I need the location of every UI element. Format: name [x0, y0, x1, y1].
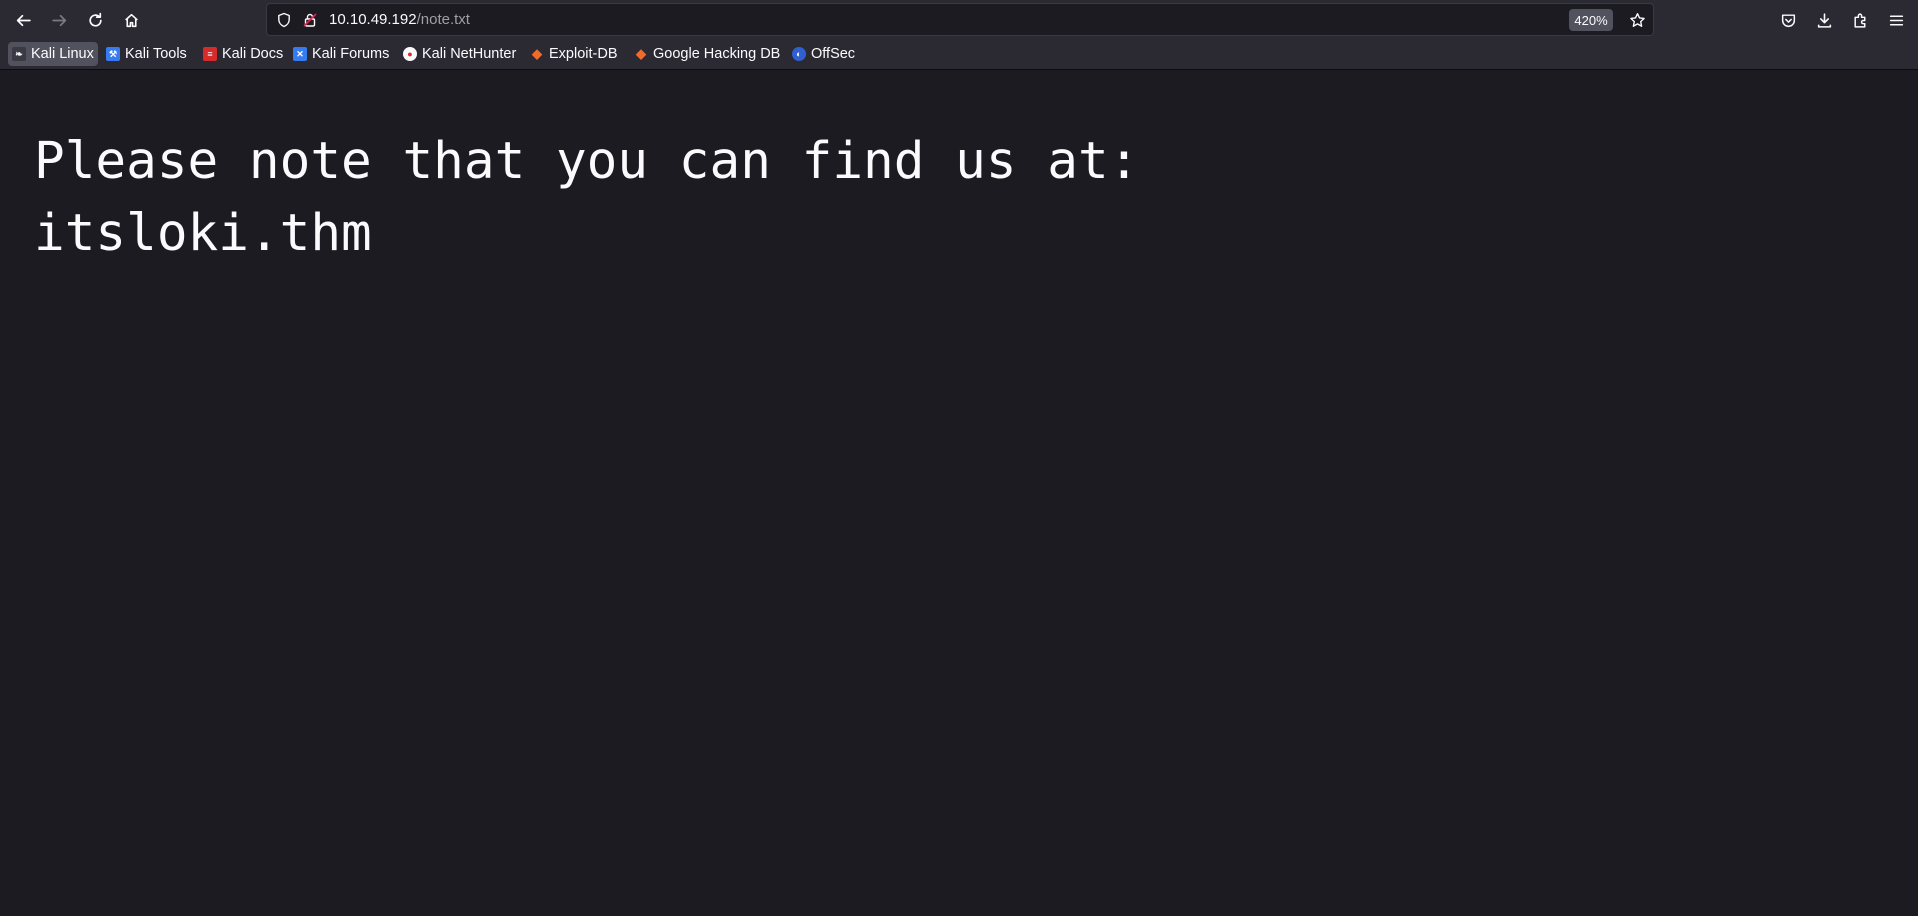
menu-button[interactable]	[1880, 4, 1912, 36]
bookmark-offsec[interactable]: ◐ OffSec	[788, 42, 859, 66]
downloads-button[interactable]	[1808, 4, 1840, 36]
insecure-lock-icon[interactable]	[301, 11, 319, 29]
shield-icon[interactable]	[275, 11, 293, 29]
bookmark-label: Exploit-DB	[549, 46, 618, 62]
download-icon	[1817, 12, 1831, 28]
bookmark-google-hacking-db[interactable]: ◆ Google Hacking DB	[630, 42, 784, 66]
bookmark-label: Kali Forums	[312, 46, 390, 62]
pocket-button[interactable]	[1772, 4, 1804, 36]
bookmark-kali-linux[interactable]: ❧ Kali Linux	[8, 42, 98, 66]
pocket-icon	[1781, 13, 1795, 27]
bookmark-kali-nethunter[interactable]: ● Kali NetHunter	[399, 42, 520, 66]
exploit-db-icon: ◆	[532, 46, 542, 61]
url-path: /note.txt	[416, 11, 470, 28]
bookmark-label: Kali Docs	[222, 46, 284, 62]
kali-tools-icon: ⚒	[106, 47, 120, 61]
offsec-icon: ◐	[792, 47, 806, 61]
bookmark-label: Kali Tools	[125, 46, 187, 62]
bookmark-kali-docs[interactable]: ≡ Kali Docs	[199, 42, 287, 66]
forward-button[interactable]	[43, 4, 75, 36]
back-button[interactable]	[7, 4, 39, 36]
bookmark-label: Google Hacking DB	[653, 46, 781, 62]
zoom-level-badge[interactable]: 420%	[1569, 9, 1613, 31]
home-icon	[124, 13, 138, 27]
page-content: Please note that you can find us at: itsl…	[0, 70, 1918, 916]
url-host: 10.10.49.192	[329, 11, 417, 28]
browser-toolbar: 10.10.49.192/note.txt 420%	[0, 0, 1918, 39]
hamburger-menu-icon	[1889, 14, 1903, 26]
reload-icon	[88, 12, 102, 27]
kali-docs-icon: ≡	[203, 47, 217, 61]
exploit-db-icon: ◆	[636, 46, 646, 61]
bookmark-label: OffSec	[811, 46, 856, 62]
puzzle-icon	[1853, 12, 1865, 28]
extensions-button[interactable]	[1844, 4, 1876, 36]
bookmark-star-icon[interactable]	[1627, 10, 1647, 30]
bookmark-kali-forums[interactable]: ✕ Kali Forums	[289, 42, 393, 66]
home-button[interactable]	[115, 4, 147, 36]
arrow-right-icon	[51, 14, 66, 26]
bookmarks-toolbar: ❧ Kali Linux ⚒ Kali Tools ≡ Kali Docs ✕ …	[0, 39, 1918, 70]
url-bar[interactable]: 10.10.49.192/note.txt 420%	[266, 3, 1654, 36]
kali-forums-icon: ✕	[293, 47, 307, 61]
arrow-left-icon	[16, 14, 31, 26]
reload-button[interactable]	[79, 4, 111, 36]
url-text[interactable]: 10.10.49.192/note.txt	[329, 11, 470, 29]
kali-dragon-icon: ❧	[12, 47, 26, 61]
bookmark-exploit-db[interactable]: ◆ Exploit-DB	[526, 42, 622, 66]
bookmark-label: Kali Linux	[31, 46, 94, 62]
bookmark-kali-tools[interactable]: ⚒ Kali Tools	[102, 42, 191, 66]
bookmark-label: Kali NetHunter	[422, 46, 517, 62]
kali-nethunter-icon: ●	[403, 47, 417, 61]
note-text: Please note that you can find us at: itsl…	[34, 126, 1234, 270]
note-line-2: itsloki.thm	[34, 204, 372, 263]
note-line-1: Please note that you can find us at:	[34, 132, 1140, 191]
